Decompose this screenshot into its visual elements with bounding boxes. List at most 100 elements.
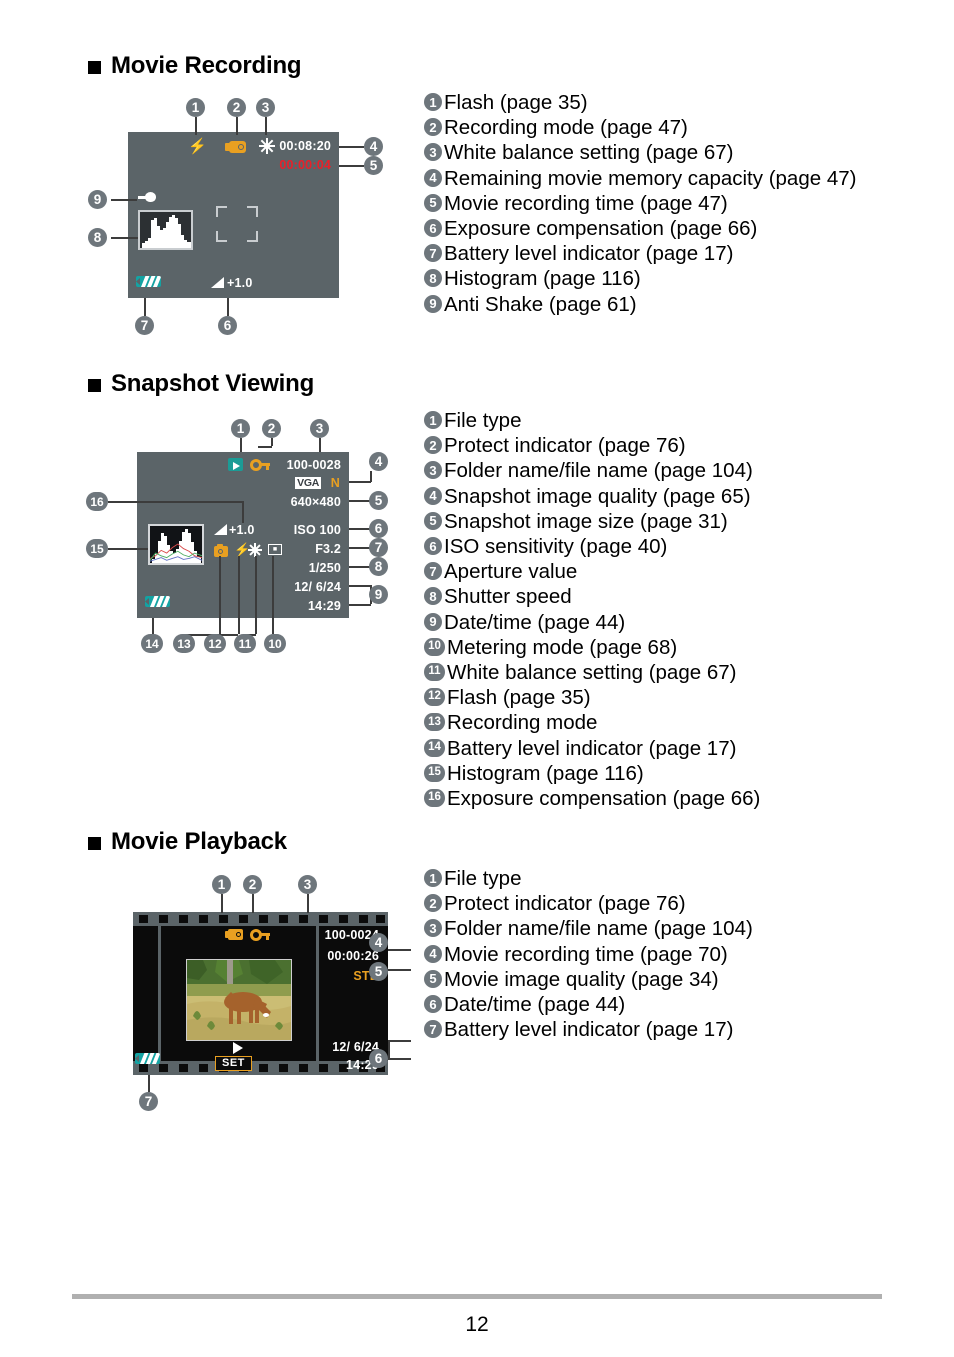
callout-3: 3 — [298, 875, 317, 894]
legend-item: 14 Battery level indicator (page 17) — [424, 736, 760, 761]
movie-mode-icon — [225, 141, 246, 153]
legend-label: Date/time (page 44) — [444, 610, 626, 634]
legend-badge: 4 — [424, 168, 442, 187]
movie-playback-filmstrip: 100-0024 00:00:26 STD SET 12/ 6/24 14:29 — [133, 912, 388, 1075]
filmstrip-divider — [316, 926, 319, 1061]
leader-line — [272, 556, 274, 634]
callout-6: 6 — [218, 316, 237, 335]
legend-item: 10 Metering mode (page 68) — [424, 635, 760, 660]
callout-9: 9 — [88, 190, 107, 209]
legend-label: ISO sensitivity (page 40) — [444, 535, 668, 559]
callout-12: 12 — [204, 634, 226, 653]
legend-badge: 3 — [424, 143, 442, 162]
callout-6: 6 — [369, 1049, 388, 1068]
legend-badge: 4 — [424, 944, 442, 963]
leader-line — [349, 585, 371, 587]
legend-item: 3 Folder name/file name (page 104) — [424, 458, 760, 483]
legend-item: 1 File type — [424, 408, 760, 433]
section-heading-snapshot-viewing: Snapshot Viewing — [88, 370, 314, 398]
callout-1: 1 — [212, 875, 231, 894]
legend-label: Snapshot image quality (page 65) — [444, 484, 751, 508]
legend-badge: 6 — [424, 219, 442, 238]
legend-label: Histogram (page 116) — [444, 267, 641, 291]
legend-item: 5 Movie image quality (page 34) — [424, 967, 753, 992]
legend-badge: 12 — [424, 688, 445, 707]
callout-2: 2 — [227, 98, 246, 117]
callout-2: 2 — [243, 875, 262, 894]
legend-item: 1 File type — [424, 866, 753, 891]
leader-line — [349, 547, 371, 549]
legend-badge: 16 — [424, 789, 445, 808]
image-size-value: 640×480 — [290, 495, 341, 509]
key-protect-icon — [250, 929, 270, 941]
legend-label: File type — [444, 409, 522, 432]
movie-recording-lcd: ⚡ 00:08:20 00:00:04 +1.0 — [128, 132, 339, 298]
image-quality-badge: VGA — [295, 477, 321, 489]
bullet-square-icon — [88, 60, 101, 74]
legend-badge: 3 — [424, 919, 442, 938]
leader-line — [240, 438, 242, 452]
callout-14: 14 — [141, 634, 163, 653]
remaining-capacity-value: 00:08:20 — [279, 139, 331, 153]
legend-badge: 5 — [424, 511, 442, 530]
leader-line — [349, 604, 371, 606]
leader-line — [349, 566, 371, 568]
leader-line — [195, 117, 197, 135]
legend-badge: 6 — [424, 995, 442, 1014]
leader-line — [339, 146, 364, 148]
legend-snapshot-viewing: 1 File type 2 Protect indicator (page 76… — [424, 408, 760, 811]
focus-frame — [216, 206, 227, 217]
legend-item: 1 Flash (page 35) — [424, 90, 856, 115]
legend-label: Aperture value — [444, 560, 578, 584]
callout-9: 9 — [369, 585, 388, 604]
section-heading-movie-playback: Movie Playback — [88, 828, 287, 856]
legend-label: Recording mode — [447, 711, 598, 735]
legend-badge: 2 — [424, 894, 442, 913]
legend-item: 7 Battery level indicator (page 17) — [424, 1017, 753, 1042]
section-title: Movie Playback — [111, 828, 287, 855]
legend-item: 6 Date/time (page 44) — [424, 992, 753, 1017]
legend-badge: 2 — [424, 118, 442, 137]
histogram — [138, 210, 193, 250]
legend-label: Recording mode (page 47) — [444, 116, 688, 140]
callout-10: 10 — [264, 634, 286, 653]
snapshot-viewing-lcd: 100-0028 VGA N 640×480 +1.0 ⚡ ■ ISO 100 … — [137, 452, 349, 618]
deer-photo — [186, 959, 292, 1041]
legend-badge: 14 — [424, 738, 445, 757]
legend-badge: 7 — [424, 562, 442, 581]
legend-label: Battery level indicator (page 17) — [444, 1018, 734, 1042]
focus-frame — [216, 231, 227, 242]
leader-line — [388, 949, 411, 951]
iso-value: ISO 100 — [293, 523, 341, 537]
bullet-square-icon — [88, 836, 101, 850]
focus-frame — [247, 206, 258, 217]
leader-line — [252, 894, 254, 913]
leader-line — [144, 298, 146, 316]
legend-badge: 8 — [424, 269, 442, 288]
recording-time-value: 00:00:04 — [279, 158, 331, 172]
set-button[interactable]: SET — [215, 1056, 252, 1071]
legend-item: 6 ISO sensitivity (page 40) — [424, 534, 760, 559]
legend-label: Snapshot image size (page 31) — [444, 509, 728, 533]
movie-file-type-icon — [225, 929, 243, 940]
legend-label: Protect indicator (page 76) — [444, 434, 686, 458]
leader-line — [255, 556, 257, 634]
legend-item: 11 White balance setting (page 67) — [424, 660, 760, 685]
image-quality-letter: N — [330, 476, 340, 490]
histogram — [148, 524, 204, 565]
legend-item: 5 Movie recording time (page 47) — [424, 191, 856, 216]
callout-15: 15 — [86, 539, 108, 558]
legend-badge: 4 — [424, 486, 442, 505]
legend-item: 3 White balance setting (page 67) — [424, 140, 856, 165]
legend-item: 4 Movie recording time (page 70) — [424, 942, 753, 967]
legend-badge: 2 — [424, 436, 442, 455]
callout-4: 4 — [369, 933, 388, 952]
legend-item: 2 Recording mode (page 47) — [424, 115, 856, 140]
legend-label: Exposure compensation (page 66) — [444, 217, 758, 241]
legend-badge: 10 — [424, 637, 445, 656]
file-name-value: 100-0028 — [286, 458, 341, 472]
callout-5: 5 — [364, 156, 383, 175]
legend-item: 4 Snapshot image quality (page 65) — [424, 484, 760, 509]
legend-badge: 15 — [424, 763, 445, 782]
legend-item: 4 Remaining movie memory capacity (page … — [424, 166, 856, 191]
